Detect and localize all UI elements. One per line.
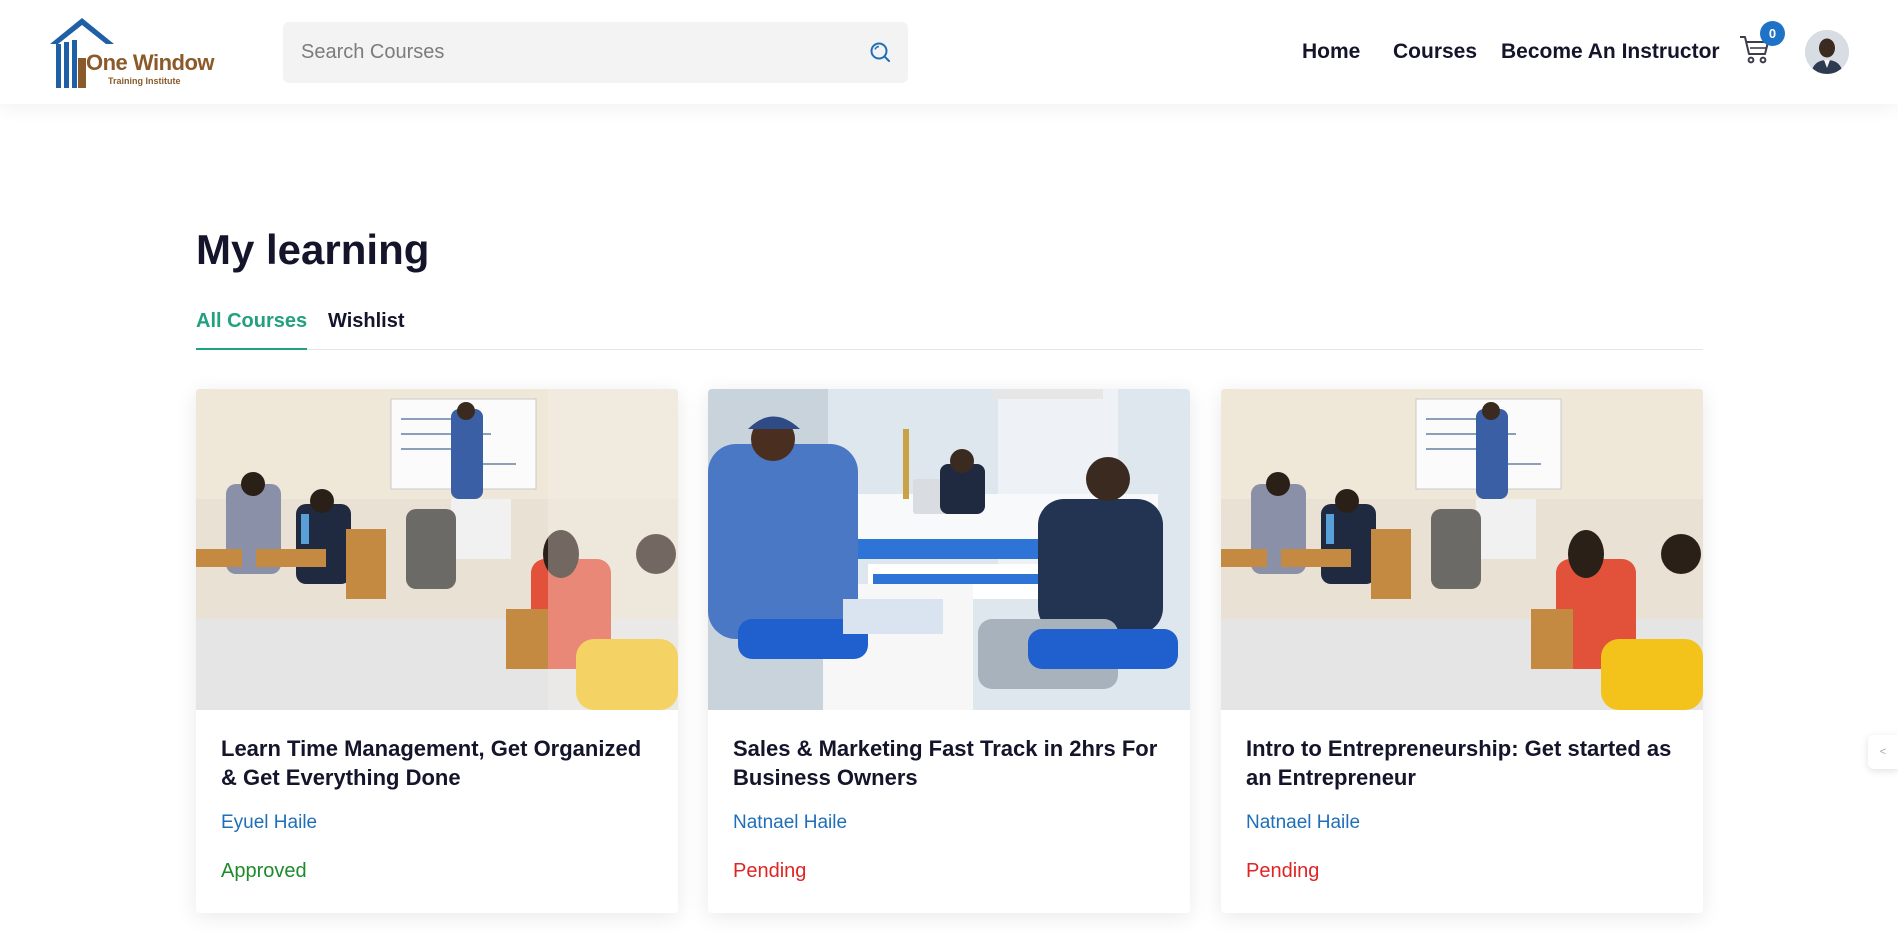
course-thumbnail <box>196 389 678 710</box>
course-status: Pending <box>733 860 807 882</box>
user-avatar[interactable] <box>1805 30 1849 74</box>
nav-home-link[interactable]: Home <box>1302 40 1360 66</box>
nav-courses-link[interactable]: Courses <box>1393 40 1477 66</box>
site-header: One Window Training Institute Home Cours… <box>0 0 1898 104</box>
cart-count-badge: 0 <box>1760 21 1785 46</box>
side-widget-tab[interactable]: < <box>1868 735 1898 769</box>
search-input[interactable] <box>283 22 843 83</box>
logo-subtitle: Training Institute <box>108 76 181 86</box>
course-card[interactable]: Sales & Marketing Fast Track in 2hrs For… <box>708 389 1190 913</box>
course-thumbnail <box>708 389 1190 710</box>
course-instructor[interactable]: Natnael Haile <box>733 812 847 834</box>
course-card[interactable]: Intro to Entrepreneurship: Get started a… <box>1221 389 1703 913</box>
course-status: Pending <box>1246 860 1320 882</box>
logo-text: One Window <box>86 50 215 75</box>
course-instructor[interactable]: Eyuel Haile <box>221 812 317 834</box>
course-title[interactable]: Learn Time Management, Get Organized & G… <box>221 734 661 792</box>
tab-wishlist[interactable]: Wishlist <box>328 310 405 350</box>
search-bar <box>283 22 908 83</box>
course-title[interactable]: Sales & Marketing Fast Track in 2hrs For… <box>733 734 1173 792</box>
nav-become-instructor-link[interactable]: Become An Instructor <box>1501 40 1720 66</box>
course-card[interactable]: Learn Time Management, Get Organized & G… <box>196 389 678 913</box>
search-icon[interactable] <box>868 40 892 64</box>
site-logo[interactable]: One Window Training Institute <box>48 12 215 92</box>
course-title[interactable]: Intro to Entrepreneurship: Get started a… <box>1246 734 1686 792</box>
course-instructor[interactable]: Natnael Haile <box>1246 812 1360 834</box>
chevron-left-icon: < <box>1879 746 1887 758</box>
course-thumbnail <box>1221 389 1703 710</box>
course-status: Approved <box>221 860 307 882</box>
tab-all-courses[interactable]: All Courses <box>196 310 308 350</box>
page-title: My learning <box>196 226 430 273</box>
learning-tabs: All Courses Wishlist <box>196 310 1703 350</box>
